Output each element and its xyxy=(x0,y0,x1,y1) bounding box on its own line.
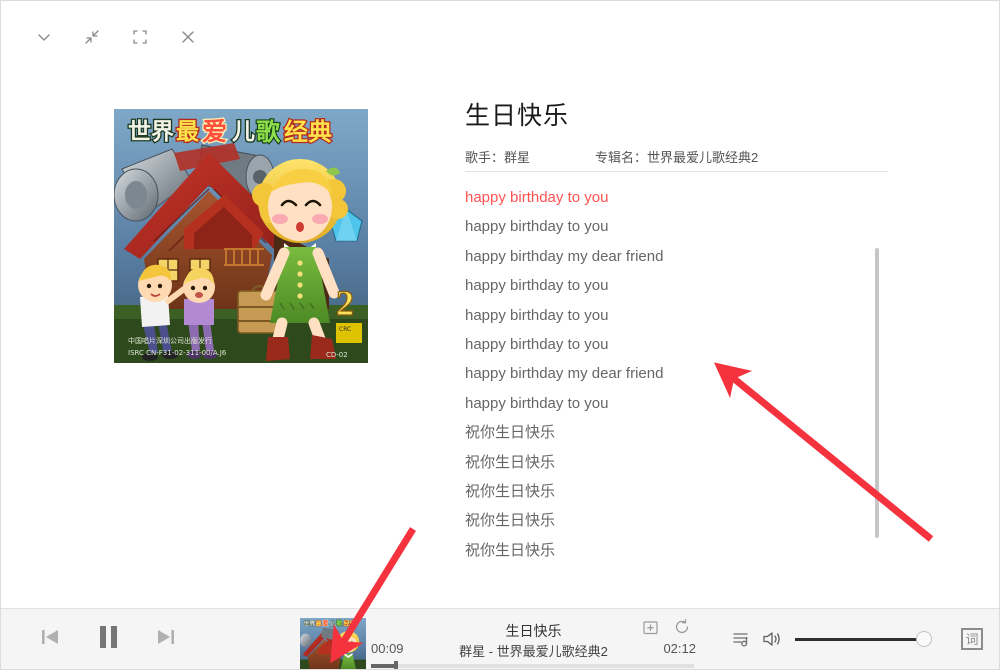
artist-field: 歌手：群星 xyxy=(465,147,595,166)
repeat-loop-icon xyxy=(675,619,689,633)
progress-knob[interactable] xyxy=(394,661,398,669)
svg-text:最: 最 xyxy=(176,119,200,145)
lyric-line: happy birthday to you xyxy=(465,394,609,412)
fullscreen-button[interactable] xyxy=(123,20,157,54)
transport-controls xyxy=(35,621,181,653)
lyrics-scrollbar[interactable] xyxy=(875,248,879,538)
progress-fill xyxy=(371,664,396,668)
info-divider xyxy=(465,171,888,172)
lyric-line: happy birthday to you xyxy=(465,277,609,295)
svg-text:CD-02: CD-02 xyxy=(326,351,348,359)
repeat-mode-button[interactable] xyxy=(673,618,691,636)
svg-text:儿: 儿 xyxy=(232,119,255,145)
now-playing-subtitle: 群星 - 世界最爱儿歌经典2 xyxy=(459,644,608,659)
previous-track-button[interactable] xyxy=(35,621,65,653)
progress-slider[interactable] xyxy=(371,661,694,669)
svg-text:CRC: CRC xyxy=(339,326,351,333)
window-titlebar xyxy=(1,1,999,73)
lyric-line: 祝你生日快乐 xyxy=(465,424,556,442)
lyric-line: happy birthday to you xyxy=(465,306,609,324)
restore-down-button[interactable] xyxy=(75,20,109,54)
next-icon xyxy=(158,630,174,644)
player-bar: 世界 最 爱 儿 歌 经典 生日快乐 00:09 群星 - 世界最爱儿歌经典2 … xyxy=(1,608,999,669)
lyric-line: happy birthday my dear friend xyxy=(465,247,664,265)
speaker-icon xyxy=(763,632,780,646)
lyric-line: 祝你生日快乐 xyxy=(465,541,556,559)
svg-text:经典: 经典 xyxy=(344,620,356,628)
track-action-icons xyxy=(642,618,691,636)
svg-text:2: 2 xyxy=(336,283,354,323)
lyric-line: happy birthday to you xyxy=(465,336,609,354)
song-meta-row: 歌手：群星 专辑名：世界最爱儿歌经典2 xyxy=(465,147,889,166)
lyric-line: happy birthday my dear friend xyxy=(465,365,664,383)
now-playing-thumbnail[interactable]: 世界 最 爱 儿 歌 经典 xyxy=(300,618,366,669)
artist-label: 歌手： xyxy=(465,150,505,165)
now-playing-thumbnail-artwork: 世界 最 爱 儿 歌 经典 xyxy=(300,618,366,669)
volume-button[interactable] xyxy=(757,622,787,656)
player-right-controls: 词 xyxy=(727,622,983,656)
svg-text:ISRC CN-F31-02-311-00/A.J6: ISRC CN-F31-02-311-00/A.J6 xyxy=(128,349,227,357)
album-cover[interactable]: 2 世界 最 爱 儿 歌 经典 中国唱片深圳公司出版发行 ISRC CN-F31… xyxy=(114,109,368,363)
next-track-button[interactable] xyxy=(151,621,181,653)
chevron-down-icon xyxy=(38,34,50,41)
lyrics-panel[interactable]: happy birthday to you happy birthday to y… xyxy=(465,183,885,603)
lyric-line: 祝你生日快乐 xyxy=(465,483,556,501)
album-value[interactable]: 世界最爱儿歌经典2 xyxy=(647,150,758,165)
song-title: 生日快乐 xyxy=(465,102,570,130)
close-button[interactable] xyxy=(171,20,205,54)
svg-text:爱: 爱 xyxy=(202,117,227,146)
lyrics-toggle-button[interactable]: 词 xyxy=(961,628,983,650)
player-main-content: 2 世界 最 爱 儿 歌 经典 中国唱片深圳公司出版发行 ISRC CN-F31… xyxy=(1,73,999,609)
collapse-down-button[interactable] xyxy=(27,20,61,54)
album-field: 专辑名：世界最爱儿歌经典2 xyxy=(595,147,758,166)
volume-knob[interactable] xyxy=(916,630,932,647)
shrink-arrows-icon xyxy=(85,30,99,44)
pause-icon xyxy=(100,626,117,648)
close-icon xyxy=(182,31,194,43)
svg-text:歌: 歌 xyxy=(336,620,343,628)
fullscreen-frame-icon xyxy=(133,30,147,44)
duration-time: 02:12 xyxy=(663,641,696,656)
folder-plus-icon xyxy=(643,620,658,634)
add-to-playlist-button[interactable] xyxy=(642,619,659,636)
pause-button[interactable] xyxy=(93,621,123,653)
album-cover-artwork: 2 世界 最 爱 儿 歌 经典 中国唱片深圳公司出版发行 ISRC CN-F31… xyxy=(114,109,368,363)
song-info: 生日快乐 歌手：群星 专辑名：世界最爱儿歌经典2 xyxy=(465,99,889,166)
lyric-line-active: happy birthday to you xyxy=(465,189,609,206)
lyric-line: happy birthday to you xyxy=(465,218,609,236)
artist-value[interactable]: 群星 xyxy=(504,150,530,165)
playlist-icon xyxy=(733,633,748,647)
album-label: 专辑名： xyxy=(595,150,648,165)
previous-icon xyxy=(42,630,58,644)
volume-slider[interactable] xyxy=(795,630,932,647)
svg-text:爱: 爱 xyxy=(322,620,328,628)
playlist-button[interactable] xyxy=(727,622,757,656)
music-player-window: 2 世界 最 爱 儿 歌 经典 中国唱片深圳公司出版发行 ISRC CN-F31… xyxy=(0,0,1000,670)
lyric-line: 祝你生日快乐 xyxy=(465,512,556,530)
svg-text:歌: 歌 xyxy=(256,118,281,146)
svg-text:世界: 世界 xyxy=(128,119,174,145)
lyric-line: 祝你生日快乐 xyxy=(465,453,556,471)
svg-text:中国唱片深圳公司出版发行: 中国唱片深圳公司出版发行 xyxy=(128,336,212,345)
svg-text:经典: 经典 xyxy=(284,118,332,146)
